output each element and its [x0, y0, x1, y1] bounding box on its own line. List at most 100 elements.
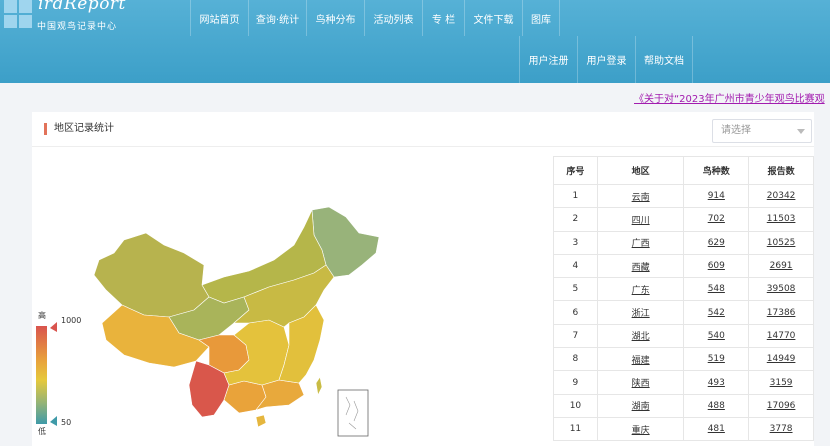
cell-reports-link[interactable]: 2691 — [770, 261, 793, 271]
table-row: 4 西藏 609 2691 — [553, 253, 814, 279]
cell-species-link[interactable]: 702 — [708, 214, 725, 224]
cell-reports: 3778 — [748, 416, 814, 442]
nav-help[interactable]: 帮助文档 — [635, 36, 693, 83]
cell-species-link[interactable]: 609 — [708, 261, 725, 271]
cell-index: 11 — [553, 416, 598, 442]
cell-reports: 20342 — [748, 183, 814, 209]
cell-region-link[interactable]: 陕西 — [632, 379, 650, 389]
cell-species-link[interactable]: 629 — [708, 238, 725, 248]
region-select[interactable]: 请选择 — [712, 119, 812, 143]
table-row: 11 重庆 481 3778 — [553, 416, 814, 442]
cell-reports: 10525 — [748, 230, 814, 255]
col-index: 序号 — [553, 156, 598, 185]
cell-reports-link[interactable]: 14770 — [767, 331, 796, 341]
nav-register[interactable]: 用户注册 — [519, 36, 577, 83]
cell-reports-link[interactable]: 10525 — [767, 238, 796, 248]
cell-region-link[interactable]: 云南 — [632, 193, 650, 203]
cell-species: 548 — [683, 277, 750, 302]
cell-reports-link[interactable]: 39508 — [767, 284, 796, 294]
cell-reports: 3159 — [748, 370, 814, 395]
cell-region-link[interactable]: 西藏 — [632, 263, 650, 273]
cell-region-link[interactable]: 浙江 — [632, 309, 650, 319]
cell-reports-link[interactable]: 11503 — [767, 214, 796, 224]
cell-region: 云南 — [596, 183, 685, 209]
cell-index: 1 — [553, 183, 598, 209]
user-nav: 用户注册 用户登录 帮助文档 — [519, 36, 693, 83]
site-header: irdReport 中国观鸟记录中心 网站首页 查询·统计 鸟种分布 活动列表 … — [0, 0, 830, 83]
cell-reports-link[interactable]: 20342 — [767, 191, 796, 201]
legend-min-value: 50 — [61, 418, 72, 427]
cell-region: 陕西 — [596, 370, 685, 395]
cell-region-link[interactable]: 广东 — [632, 286, 650, 296]
cell-index: 3 — [553, 230, 598, 255]
table-row: 5 广东 548 39508 — [553, 277, 814, 302]
region-taiwan[interactable] — [315, 376, 323, 396]
cell-species-link[interactable]: 542 — [708, 308, 725, 318]
cell-index: 4 — [553, 253, 598, 279]
table-header-row: 序号 地区 鸟种数 报告数 — [553, 156, 814, 185]
cell-species-link[interactable]: 519 — [708, 354, 725, 364]
china-choropleth-map[interactable] — [84, 205, 384, 440]
cell-region-link[interactable]: 广西 — [632, 239, 650, 249]
region-select-placeholder: 请选择 — [721, 125, 751, 136]
cell-reports: 14770 — [748, 323, 814, 349]
cell-index: 9 — [553, 370, 598, 395]
cell-species-link[interactable]: 548 — [708, 284, 725, 294]
nav-gallery[interactable]: 图库 — [522, 0, 560, 36]
col-reports: 报告数 — [748, 156, 814, 185]
region-xinjiang[interactable] — [93, 232, 210, 318]
legend-max-value: 1000 — [61, 316, 82, 325]
cell-reports: 17386 — [748, 300, 814, 325]
cell-reports-link[interactable]: 3159 — [770, 378, 793, 388]
cell-reports: 39508 — [748, 277, 814, 302]
cell-reports-link[interactable]: 17386 — [767, 308, 796, 318]
nav-activities[interactable]: 活动列表 — [364, 0, 422, 36]
cell-species-link[interactable]: 540 — [708, 331, 725, 341]
cell-region-link[interactable]: 四川 — [632, 216, 650, 226]
south-china-sea-inset — [337, 389, 369, 437]
cell-species: 540 — [683, 323, 750, 349]
cell-reports-link[interactable]: 17096 — [767, 401, 796, 411]
region-hainan[interactable] — [255, 414, 267, 428]
cell-region-link[interactable]: 湖北 — [632, 332, 650, 342]
table-row: 10 湖南 488 17096 — [553, 393, 814, 418]
logo-square-icon — [19, 15, 32, 28]
cell-species: 519 — [683, 347, 750, 372]
south-china-sea-islands — [345, 396, 359, 430]
cell-region: 浙江 — [596, 300, 685, 325]
legend-gradient — [36, 326, 47, 424]
cell-reports-link[interactable]: 14949 — [767, 354, 796, 364]
cell-region-link[interactable]: 重庆 — [632, 426, 650, 436]
nav-home[interactable]: 网站首页 — [190, 0, 248, 36]
col-species: 鸟种数 — [683, 156, 750, 185]
cell-region: 湖北 — [596, 323, 685, 349]
nav-column[interactable]: 专 栏 — [422, 0, 464, 36]
cell-species-link[interactable]: 493 — [708, 378, 725, 388]
cell-species-link[interactable]: 488 — [708, 401, 725, 411]
cell-species: 609 — [683, 253, 750, 279]
cell-reports: 2691 — [748, 253, 814, 279]
cell-region: 广西 — [596, 230, 685, 255]
nav-species-distribution[interactable]: 鸟种分布 — [306, 0, 364, 36]
notice-link[interactable]: 《关于对“2023年广州市青少年观鸟比赛观 — [634, 90, 825, 105]
divider — [32, 146, 814, 147]
cell-region-link[interactable]: 福建 — [632, 356, 650, 366]
nav-downloads[interactable]: 文件下载 — [464, 0, 522, 36]
cell-region: 重庆 — [596, 416, 685, 442]
panel-title: 地区记录统计 — [44, 123, 114, 135]
legend-low-label: 低 — [38, 427, 46, 436]
cell-species-link[interactable]: 914 — [708, 191, 725, 201]
nav-query-stats[interactable]: 查询·统计 — [248, 0, 306, 36]
nav-login[interactable]: 用户登录 — [577, 36, 635, 83]
logo[interactable]: irdReport 中国观鸟记录中心 — [0, 0, 130, 34]
logo-square-icon — [4, 15, 17, 28]
logo-subtitle: 中国观鸟记录中心 — [37, 22, 118, 32]
cell-reports-link[interactable]: 3778 — [770, 424, 793, 434]
legend-high-label: 高 — [38, 311, 46, 320]
legend-handles[interactable] — [50, 322, 60, 432]
cell-region: 四川 — [596, 207, 685, 232]
cell-region-link[interactable]: 湖南 — [632, 402, 650, 412]
cell-species: 493 — [683, 370, 750, 395]
table-row: 8 福建 519 14949 — [553, 347, 814, 372]
cell-species-link[interactable]: 481 — [708, 424, 725, 434]
